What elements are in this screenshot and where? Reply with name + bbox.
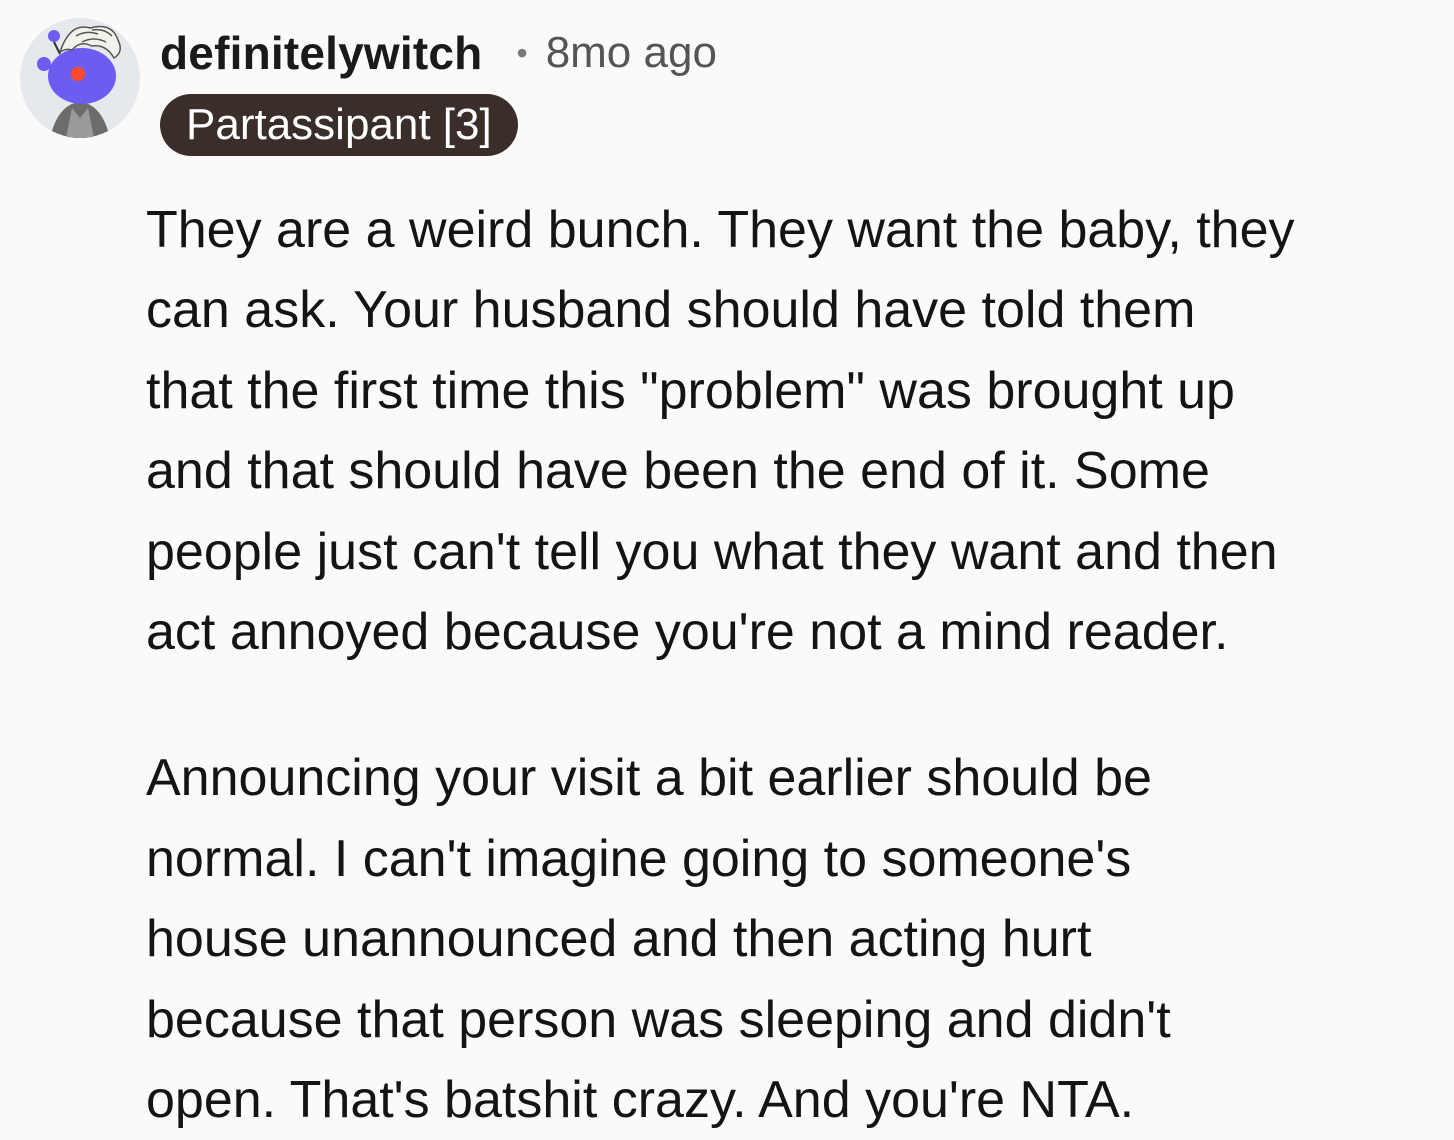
text-line: and that should have been the end of it.… — [146, 442, 1210, 501]
text-line: They are a weird bunch. They want the ba… — [146, 201, 1295, 259]
comment-paragraph-1: They are a weird bunch. They want the ba… — [146, 190, 1436, 672]
comment-body: They are a weird bunch. They want the ba… — [146, 190, 1436, 1140]
comment-paragraph-2: Announcing your visit a bit earlier shou… — [146, 738, 1436, 1140]
comment-header: definitelywitch • 8mo ago — [160, 22, 717, 84]
username-link[interactable]: definitelywitch — [160, 26, 482, 80]
text-line: Announcing your visit a bit earlier shou… — [146, 749, 1152, 808]
comment: definitelywitch • 8mo ago Partassipant [… — [0, 0, 1454, 1140]
separator-dot: • — [516, 35, 528, 71]
text-line: people just can't tell you what they wan… — [146, 522, 1278, 581]
text-line: can ask. Your husband should have told t… — [146, 281, 1196, 340]
text-line: normal. I can't imagine going to someone… — [146, 829, 1132, 888]
snoo-avatar-icon — [20, 18, 140, 138]
text-line: that the first time this "problem" was b… — [146, 361, 1235, 420]
text-line: because that person was sleeping and did… — [146, 990, 1171, 1049]
avatar[interactable] — [20, 18, 140, 138]
timestamp[interactable]: 8mo ago — [546, 28, 717, 78]
text-line: act annoyed because you're not a mind re… — [146, 603, 1229, 662]
text-line: open. That's batshit crazy. And you're N… — [146, 1071, 1135, 1130]
text-line: house unannounced and then acting hurt — [146, 910, 1092, 969]
user-flair: Partassipant [3] — [160, 94, 518, 156]
